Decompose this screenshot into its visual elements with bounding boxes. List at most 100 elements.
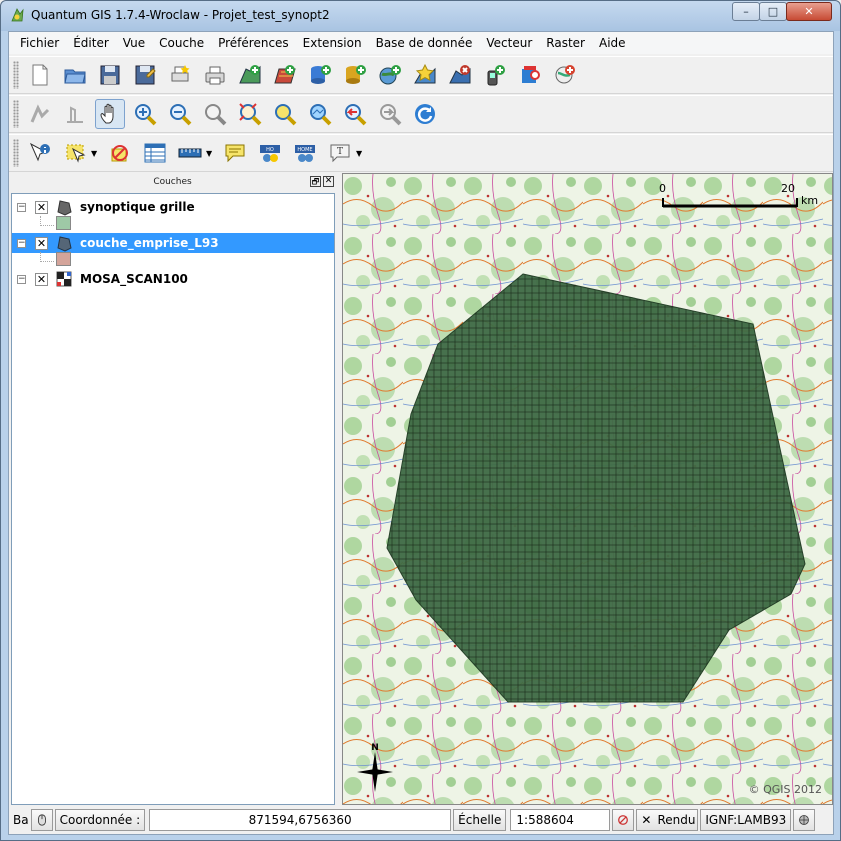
select-icon — [66, 144, 86, 163]
oracle-georaster-button[interactable] — [515, 60, 545, 90]
save-project-icon — [100, 65, 120, 85]
toolbar-grip[interactable] — [13, 61, 19, 89]
collapse-toggle[interactable]: − — [17, 202, 26, 212]
polygon-layer-icon — [57, 236, 72, 252]
identify-icon — [29, 142, 50, 162]
add-postgis-layer-button[interactable] — [305, 60, 335, 90]
new-print-composer-icon — [171, 65, 190, 82]
layer-row-couche-emprise[interactable]: − ✕ couche_emprise_L93 — [12, 233, 334, 253]
remove-layer-button[interactable] — [445, 60, 475, 90]
save-as-button[interactable] — [130, 60, 160, 90]
svg-text:T: T — [337, 147, 343, 157]
menu-extension[interactable]: Extension — [296, 32, 369, 54]
menu-aide[interactable]: Aide — [592, 32, 633, 54]
stop-render-button[interactable] — [612, 809, 635, 831]
layer-row-mosa-scan100[interactable]: − ✕ MOSA_SCAN100 — [12, 269, 334, 289]
projection-globe-icon — [799, 815, 810, 825]
maximize-button[interactable]: □ — [759, 2, 787, 21]
annotation-dropdown-arrow[interactable]: ▼ — [356, 149, 364, 158]
measure-icon — [178, 148, 202, 158]
text-annotation-button[interactable]: T — [325, 138, 355, 168]
crs-status-label[interactable]: IGNF:LAMB93 — [700, 809, 792, 831]
map-render — [343, 174, 832, 804]
map-tips-button[interactable] — [220, 138, 250, 168]
close-button[interactable]: ✕ — [786, 2, 832, 21]
new-print-composer-button[interactable] — [165, 60, 195, 90]
menu-editer[interactable]: Éditer — [66, 32, 116, 54]
scale-field[interactable]: 1:588604 — [510, 809, 611, 831]
panel-close-button[interactable]: ✕ — [323, 176, 334, 187]
new-project-button[interactable] — [25, 60, 55, 90]
show-bookmarks-button[interactable]: HOME — [290, 138, 320, 168]
menu-bar: Fichier Éditer Vue Couche Préférences Ex… — [9, 32, 833, 54]
zoom-out-button[interactable] — [165, 99, 195, 129]
layer-visibility-checkbox[interactable]: ✕ — [35, 236, 48, 250]
tree-connector — [40, 252, 54, 262]
new-shapefile-button[interactable] — [410, 60, 440, 90]
scale-unit-label: km — [801, 194, 819, 207]
zoom-in-button[interactable] — [130, 99, 160, 129]
add-wms-layer-button[interactable] — [375, 60, 405, 90]
panel-float-button[interactable]: 🗗 — [310, 176, 321, 187]
menu-base-de-donnee[interactable]: Base de donnée — [369, 32, 480, 54]
layer-visibility-checkbox[interactable]: ✕ — [35, 272, 48, 286]
copyright-label: © QGIS 2012 — [748, 783, 822, 796]
zoom-to-selection-button[interactable] — [270, 99, 300, 129]
menu-preferences[interactable]: Préférences — [211, 32, 296, 54]
title-bar[interactable]: Quantum GIS 1.7.4-Wroclaw - Projet_test_… — [1, 1, 840, 31]
deselect-button[interactable] — [105, 138, 135, 168]
capture-line-button[interactable] — [60, 99, 90, 129]
menu-couche[interactable]: Couche — [152, 32, 211, 54]
measure-dropdown-arrow[interactable]: ▼ — [206, 149, 214, 158]
add-vector-layer-icon — [239, 65, 261, 84]
layer-row-synoptique-grille[interactable]: − ✕ synoptique grille — [12, 197, 334, 217]
identify-button[interactable] — [25, 138, 55, 168]
attributes-toolbar: ▼ ▼ HO HOME T ▼ — [9, 134, 833, 172]
menu-raster[interactable]: Raster — [539, 32, 592, 54]
menu-vue[interactable]: Vue — [116, 32, 152, 54]
menu-fichier[interactable]: Fichier — [13, 32, 66, 54]
layer-visibility-checkbox[interactable]: ✕ — [35, 200, 48, 214]
pan-button[interactable] — [95, 99, 125, 129]
collapse-toggle[interactable]: − — [17, 238, 26, 248]
coordinate-field[interactable]: 871594,6756360 — [149, 809, 452, 831]
toolbar-grip[interactable] — [13, 100, 19, 128]
zoom-full-button[interactable] — [235, 99, 265, 129]
capture-point-icon — [30, 104, 50, 123]
toggle-extents-button[interactable] — [30, 809, 53, 831]
refresh-button[interactable] — [410, 99, 440, 129]
add-raster-layer-button[interactable] — [270, 60, 300, 90]
projection-button[interactable] — [793, 809, 816, 831]
select-button[interactable] — [60, 138, 90, 168]
select-dropdown-arrow[interactable]: ▼ — [91, 149, 99, 158]
toolbar-grip[interactable] — [13, 139, 19, 167]
file-and-layer-toolbar — [9, 56, 833, 94]
minimize-button[interactable]: – — [732, 2, 760, 21]
add-vector-layer-button[interactable] — [235, 60, 265, 90]
oracle-georaster-icon — [522, 66, 540, 83]
scale-label: Échelle — [453, 809, 507, 831]
add-gps-layer-button[interactable] — [480, 60, 510, 90]
render-checkbox[interactable]: ✕ Rendu — [636, 809, 699, 831]
save-project-button[interactable] — [95, 60, 125, 90]
print-button[interactable] — [200, 60, 230, 90]
zoom-actual-size-button[interactable] — [200, 99, 230, 129]
new-bookmark-button[interactable]: HO — [255, 138, 285, 168]
pan-icon — [100, 103, 114, 124]
measure-button[interactable] — [175, 138, 205, 168]
zoom-to-selection-icon — [275, 104, 297, 126]
add-spatialite-layer-button[interactable] — [340, 60, 370, 90]
map-canvas[interactable]: 0 20 km N © QGIS 2012 — [342, 173, 833, 805]
menu-vecteur[interactable]: Vecteur — [479, 32, 539, 54]
layer-name: synoptique grille — [80, 200, 195, 214]
zoom-next-button[interactable] — [375, 99, 405, 129]
capture-point-button[interactable] — [25, 99, 55, 129]
collapse-toggle[interactable]: − — [17, 274, 26, 284]
open-project-button[interactable] — [60, 60, 90, 90]
zoom-to-layer-button[interactable] — [305, 99, 335, 129]
new-bookmark-icon: HO — [260, 145, 280, 162]
zoom-actual-size-icon — [205, 104, 227, 126]
attribute-table-button[interactable] — [140, 138, 170, 168]
add-wfs-layer-button[interactable] — [550, 60, 580, 90]
zoom-last-button[interactable] — [340, 99, 370, 129]
